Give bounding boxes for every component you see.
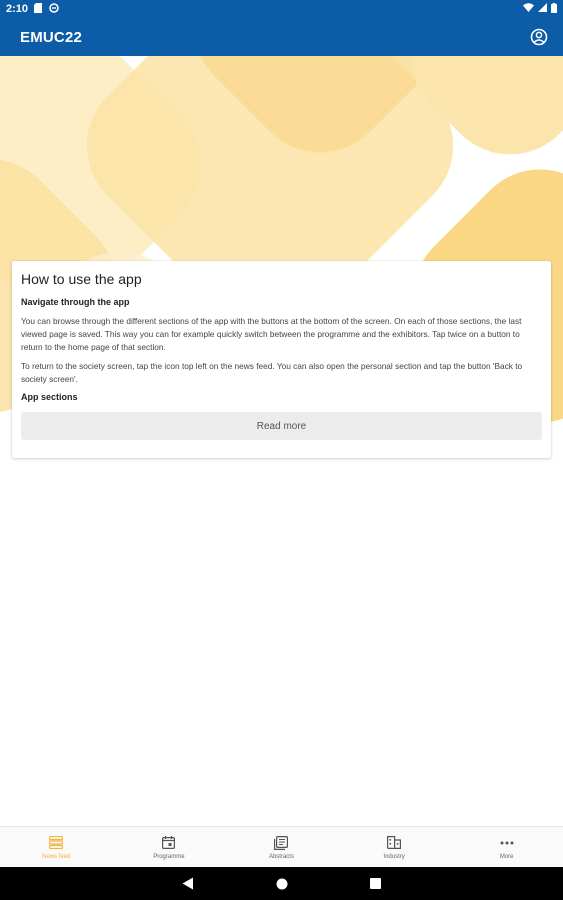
nav-item-news-feed[interactable]: News feed bbox=[0, 827, 113, 867]
account-circle-icon bbox=[530, 28, 548, 46]
more-dots-icon bbox=[499, 835, 515, 851]
building-icon bbox=[386, 835, 402, 851]
card-paragraph: You can browse through the different sec… bbox=[21, 316, 522, 352]
card-title: How to use the app bbox=[21, 271, 142, 287]
nav-item-abstracts[interactable]: Abstracts bbox=[225, 827, 338, 867]
status-time: 2:10 bbox=[6, 3, 29, 15]
back-icon bbox=[182, 877, 193, 890]
battery-icon bbox=[551, 2, 557, 16]
card-subtitle: Navigate through the app bbox=[21, 297, 130, 307]
app-title: EMUC22 bbox=[20, 28, 83, 46]
calendar-icon bbox=[161, 835, 177, 851]
card-paragraph: To return to the society screen, tap the… bbox=[21, 361, 523, 384]
card-subtitle-sections: App sections bbox=[21, 392, 78, 402]
nav-item-programme[interactable]: Programme bbox=[113, 827, 226, 867]
wifi-icon bbox=[523, 3, 534, 15]
nav-label: News feed bbox=[42, 853, 71, 860]
recents-icon bbox=[370, 878, 381, 889]
read-more-button[interactable]: Read more bbox=[21, 412, 542, 440]
signal-icon bbox=[538, 3, 547, 15]
sd-card-icon bbox=[34, 2, 43, 16]
news-feed-icon bbox=[48, 835, 64, 851]
profile-button[interactable] bbox=[527, 25, 551, 49]
system-nav-bar bbox=[0, 867, 563, 900]
nav-label: Industry bbox=[383, 853, 405, 860]
home-icon bbox=[276, 878, 287, 889]
back-button[interactable] bbox=[181, 877, 195, 891]
nav-item-more[interactable]: More bbox=[450, 827, 563, 867]
news-card: How to use the app Navigate through the … bbox=[12, 261, 551, 458]
bottom-nav: News feed Programme Abstracts Industry M… bbox=[0, 826, 563, 867]
nav-label: More bbox=[499, 853, 514, 860]
status-bar: 2:10 bbox=[0, 0, 563, 18]
recents-button[interactable] bbox=[369, 877, 383, 891]
home-button[interactable] bbox=[275, 877, 289, 891]
nav-label: Abstracts bbox=[268, 853, 294, 860]
app-bar: EMUC22 bbox=[0, 18, 563, 56]
data-saver-icon bbox=[49, 2, 59, 16]
abstracts-icon bbox=[273, 835, 289, 851]
nav-item-industry[interactable]: Industry bbox=[338, 827, 451, 867]
nav-label: Programme bbox=[153, 853, 185, 860]
